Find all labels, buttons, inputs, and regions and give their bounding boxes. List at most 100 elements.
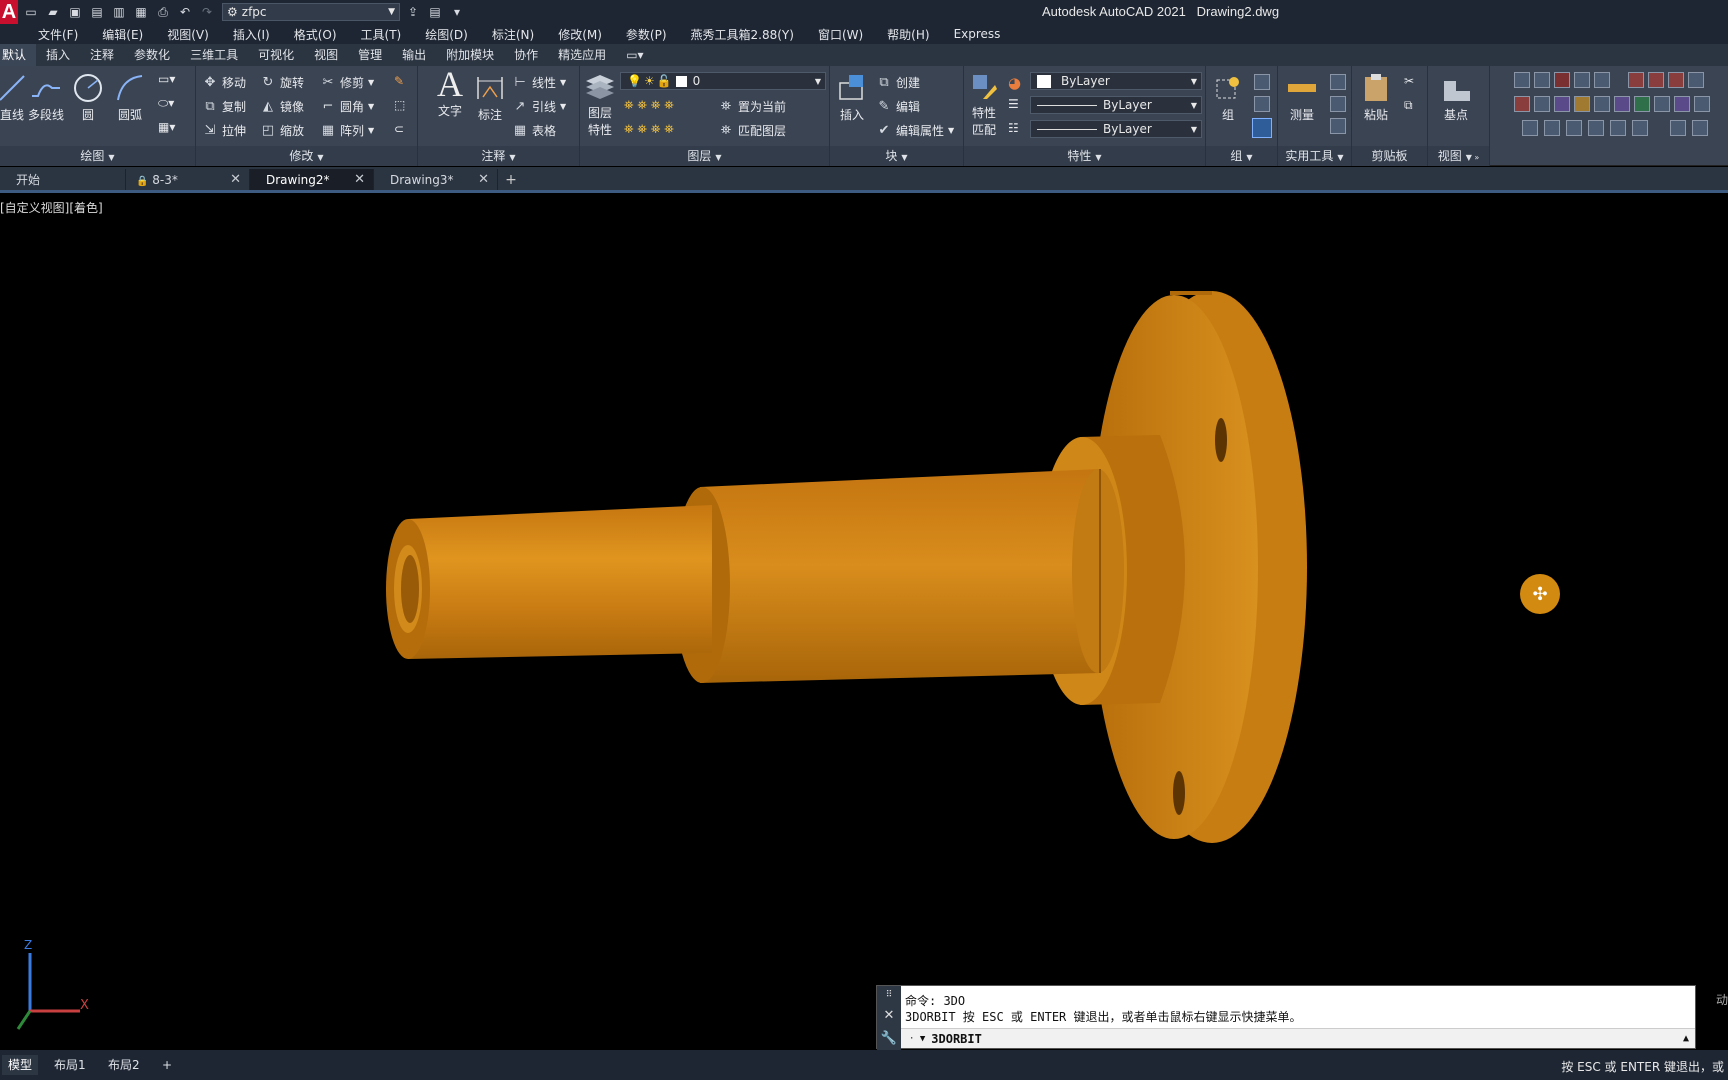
rectangle-icon[interactable]: ▭▾ <box>158 72 175 86</box>
workspace-dropdown[interactable]: ⚙ zfpc ▼ <box>222 3 400 21</box>
menu-view[interactable]: 视图(V) <box>167 26 209 43</box>
toolbar-btn-19[interactable] <box>1694 96 1710 112</box>
color-dropdown[interactable]: ByLayer ▼ <box>1030 72 1202 90</box>
toolbar-btn-20[interactable] <box>1522 120 1538 136</box>
command-input[interactable]: · ▼ 3DORBIT ▲ <box>901 1028 1695 1048</box>
quick-select-icon[interactable] <box>1330 96 1346 112</box>
toolbar-btn-21[interactable] <box>1544 120 1560 136</box>
add-layout-button[interactable]: + <box>156 1055 178 1075</box>
erase-icon[interactable]: ✎ <box>394 74 404 88</box>
menu-help[interactable]: 帮助(H) <box>887 26 929 43</box>
insert-block-tool[interactable]: 插入 <box>834 70 870 123</box>
menu-edit[interactable]: 编辑(E) <box>102 26 143 43</box>
lineweight-icon[interactable]: ☰ <box>1008 97 1019 111</box>
leader-tool[interactable]: ↗ 引线 ▼ <box>512 98 567 115</box>
open-icon[interactable]: ▰ <box>44 4 62 20</box>
linetype-dropdown[interactable]: ByLayer ▼ <box>1030 120 1202 138</box>
autocad-logo[interactable]: A <box>0 0 18 24</box>
cut-icon[interactable]: ✂ <box>1404 74 1414 88</box>
tab-insert[interactable]: 插入 <box>36 44 80 66</box>
plot-icon[interactable]: ▤ <box>426 4 444 20</box>
close-icon[interactable]: ✕ <box>884 1008 895 1023</box>
new-tab-button[interactable]: + <box>498 169 524 191</box>
toolbar-btn-11[interactable] <box>1534 96 1550 112</box>
id-point-icon[interactable] <box>1330 74 1346 90</box>
dimension-tool[interactable]: 标注 <box>472 70 508 123</box>
menu-draw[interactable]: 绘图(D) <box>425 26 468 43</box>
close-icon[interactable]: ✕ <box>230 169 241 191</box>
explode-icon[interactable]: ⬚ <box>394 98 405 112</box>
calculator-icon[interactable] <box>1330 118 1346 134</box>
layer-tools-row-2[interactable]: ⛯ ⛯ ⛯ ⛯ <box>624 122 674 137</box>
annotation-panel-title[interactable]: 注释 ▼ <box>418 146 579 166</box>
tab-annotate[interactable]: 注释 <box>80 44 124 66</box>
menu-insert[interactable]: 插入(I) <box>233 26 270 43</box>
toolbar-btn-13[interactable] <box>1574 96 1590 112</box>
toolbar-btn-16[interactable] <box>1634 96 1650 112</box>
menu-express[interactable]: Express <box>954 27 1001 41</box>
layout-tab-1[interactable]: 布局1 <box>48 1055 92 1075</box>
toolbar-btn-8[interactable] <box>1668 72 1684 88</box>
rotate-tool[interactable]: ↻ 旋转 <box>260 74 304 91</box>
mirror-tool[interactable]: ◭ 镜像 <box>260 98 304 115</box>
layer-properties-tool[interactable]: 图层 特性 <box>582 68 618 138</box>
toolbar-btn-6[interactable] <box>1628 72 1644 88</box>
ellipse-icon[interactable]: ⬭▾ <box>158 96 174 111</box>
table-tool[interactable]: ▦ 表格 <box>512 122 556 139</box>
tab-manage[interactable]: 管理 <box>348 44 392 66</box>
toolbar-btn-3[interactable] <box>1554 72 1570 88</box>
chevron-up-icon[interactable]: ▲ <box>1683 1033 1689 1044</box>
ribbon-display-toggle[interactable]: ▭▾ <box>616 44 653 66</box>
menu-parametric[interactable]: 参数(P) <box>626 26 667 43</box>
toolbar-btn-25[interactable] <box>1632 120 1648 136</box>
edit-attributes-tool[interactable]: ✔ 编辑属性 ▼ <box>876 122 955 139</box>
tab-featured-apps[interactable]: 精选应用 <box>548 44 616 66</box>
export-icon[interactable]: ▦ <box>132 4 150 20</box>
scale-tool[interactable]: ◰ 缩放 <box>260 122 304 139</box>
toolbar-btn-9[interactable] <box>1688 72 1704 88</box>
hatch-icon[interactable]: ▦▾ <box>158 120 175 134</box>
toolbar-btn-18[interactable] <box>1674 96 1690 112</box>
arc-tool[interactable]: 圆弧 <box>112 70 148 123</box>
toolbar-btn-24[interactable] <box>1610 120 1626 136</box>
move-tool[interactable]: ✥ 移动 <box>202 74 246 91</box>
linetype-icon[interactable]: ☷ <box>1008 121 1019 135</box>
menu-window[interactable]: 窗口(W) <box>818 26 863 43</box>
offset-icon[interactable]: ⊂ <box>394 122 404 136</box>
group-select-icon[interactable] <box>1252 118 1272 138</box>
save-as-icon[interactable]: ▤ <box>88 4 106 20</box>
copy-clip-icon[interactable]: ⧉ <box>1404 98 1413 113</box>
close-icon[interactable]: ✕ <box>354 169 365 191</box>
ungroup-icon[interactable] <box>1254 74 1270 90</box>
layout-tab-model[interactable]: 模型 <box>2 1055 39 1075</box>
share-icon[interactable]: ⇪ <box>404 4 422 20</box>
tab-view[interactable]: 视图 <box>304 44 348 66</box>
utilities-panel-title[interactable]: 实用工具 ▼ <box>1278 146 1351 166</box>
make-current-tool[interactable]: ⛯ 置为当前 <box>718 98 786 115</box>
menu-modify[interactable]: 修改(M) <box>558 26 602 43</box>
layers-panel-title[interactable]: 图层 ▼ <box>580 146 829 166</box>
match-layer-tool[interactable]: ⛯ 匹配图层 <box>718 122 786 139</box>
toolbar-btn-15[interactable] <box>1614 96 1630 112</box>
file-tab-drawing2[interactable]: Drawing2* ✕ <box>250 169 374 191</box>
menu-dimension[interactable]: 标注(N) <box>492 26 534 43</box>
lineweight-dropdown[interactable]: ByLayer ▼ <box>1030 96 1202 114</box>
toolbar-btn-22[interactable] <box>1566 120 1582 136</box>
toolbar-btn-7[interactable] <box>1648 72 1664 88</box>
copy-tool[interactable]: ⧉ 复制 <box>202 98 246 115</box>
paste-tool[interactable]: 粘贴 <box>1358 70 1394 123</box>
tab-collaborate[interactable]: 协作 <box>504 44 548 66</box>
layer-dropdown[interactable]: 💡 ☀ 🔓 0 ▼ <box>620 72 826 90</box>
draw-panel-title[interactable]: 绘图 ▼ <box>0 146 195 166</box>
print-icon[interactable]: ⎙ <box>154 4 172 20</box>
measure-tool[interactable]: 测量 <box>1284 70 1320 123</box>
file-tab-8-3[interactable]: 🔒 8-3* ✕ <box>126 169 250 191</box>
save-icon[interactable]: ▣ <box>66 4 84 20</box>
menu-file[interactable]: 文件(F) <box>38 26 78 43</box>
toolbar-btn-26[interactable] <box>1670 120 1686 136</box>
line-tool[interactable]: 直线 <box>0 70 30 123</box>
group-edit-icon[interactable] <box>1254 96 1270 112</box>
properties-panel-title[interactable]: 特性 ▼ <box>964 146 1205 166</box>
tab-parametric[interactable]: 参数化 <box>124 44 180 66</box>
color-wheel-icon[interactable]: ◕ <box>1008 74 1021 92</box>
